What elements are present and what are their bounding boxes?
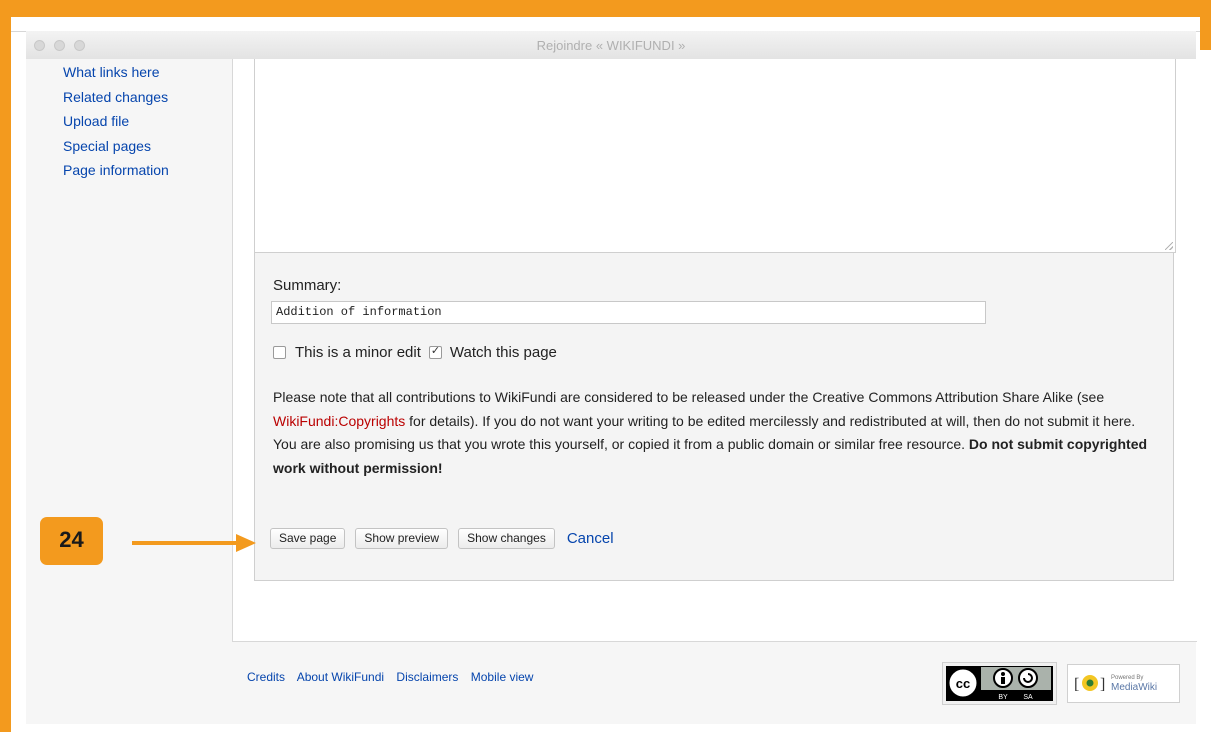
show-preview-button[interactable]: Show preview (355, 528, 449, 549)
summary-input[interactable]: Addition of information (271, 301, 986, 324)
notice-text-3: You are also promising us that you wrote… (273, 436, 969, 452)
svg-text:[: [ (1074, 676, 1079, 693)
cc-sa-label: SA (1023, 694, 1033, 701)
footer-link-disclaimers[interactable]: Disclaimers (396, 670, 458, 684)
resize-handle-icon[interactable] (1165, 242, 1173, 250)
sidebar-item-related-changes[interactable]: Related changes (63, 85, 233, 110)
arrow-right-icon (132, 534, 256, 552)
copyrights-link[interactable]: WikiFundi:Copyrights (273, 413, 405, 429)
notice-text-2: for details). If you do not want your wr… (405, 412, 1136, 429)
footer-link-mobile-view[interactable]: Mobile view (471, 670, 534, 684)
minor-edit-checkbox[interactable] (273, 346, 286, 359)
orange-frame-left (0, 0, 11, 732)
creative-commons-icon: cc BY SA (946, 666, 1053, 701)
sidebar-tools: What links here Related changes Upload f… (63, 60, 233, 183)
sidebar-item-what-links-here[interactable]: What links here (63, 60, 233, 85)
cc-by-sa-badge[interactable]: cc BY SA (942, 662, 1057, 705)
edit-buttons: Save page Show preview Show changes Canc… (270, 528, 614, 549)
mediawiki-logo-icon: [ ] Powered By MediaWiki (1074, 675, 1157, 693)
orange-frame-right (1200, 0, 1211, 50)
watch-page-checkbox[interactable] (428, 344, 442, 359)
notice-text-1: Please note that all contributions to Wi… (273, 389, 1105, 405)
edit-checkboxes: This is a minor edit Watch this page (273, 344, 557, 361)
powered-by-mediawiki-badge[interactable]: [ ] Powered By MediaWiki (1067, 664, 1180, 703)
footer-link-about[interactable]: About WikiFundi (297, 670, 384, 684)
sidebar-item-page-information[interactable]: Page information (63, 158, 233, 183)
watch-page-label: Watch this page (449, 344, 557, 361)
footer-link-credits[interactable]: Credits (247, 670, 285, 684)
cancel-link[interactable]: Cancel (567, 530, 614, 547)
svg-text:]: ] (1100, 676, 1105, 693)
minor-edit-label: This is a minor edit (295, 344, 421, 361)
edit-textarea[interactable] (254, 59, 1176, 253)
summary-label: Summary: (273, 277, 342, 294)
step-number-badge: 24 (40, 517, 103, 565)
window-titlebar: Rejoindre « WIKIFUNDI » (26, 31, 1196, 60)
cc-by-label: BY (998, 694, 1008, 701)
top-strip (11, 17, 1200, 32)
show-changes-button[interactable]: Show changes (458, 528, 555, 549)
window-title: Rejoindre « WIKIFUNDI » (536, 38, 686, 53)
sidebar-item-upload-file[interactable]: Upload file (63, 109, 233, 134)
sidebar-item-special-pages[interactable]: Special pages (63, 134, 233, 159)
footer-links: Credits About WikiFundi Disclaimers Mobi… (247, 670, 542, 684)
svg-text:cc: cc (956, 676, 970, 691)
orange-frame-top (0, 0, 1211, 17)
mw-name-label: MediaWiki (1111, 682, 1157, 693)
save-page-button[interactable]: Save page (270, 528, 346, 549)
copyright-notice: Please note that all contributions to Wi… (273, 386, 1153, 480)
mw-powered-label: Powered By (1111, 675, 1143, 681)
